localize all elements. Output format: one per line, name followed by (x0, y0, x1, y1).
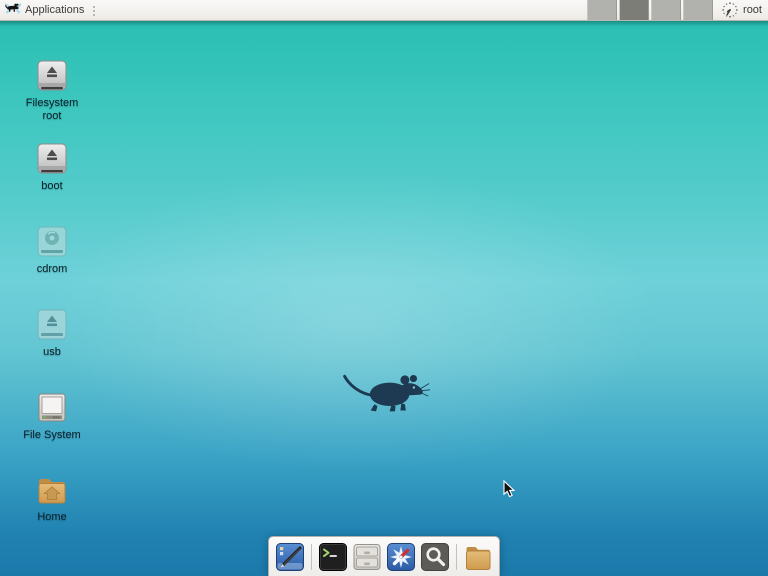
desktop-icon-label: Filesystem root (25, 97, 79, 122)
dock-separator (311, 544, 312, 570)
applications-menu-button[interactable]: Applications (0, 0, 89, 20)
panel-handle[interactable] (91, 3, 98, 17)
desktop-icon-label: cdrom (36, 263, 68, 275)
workspace-4[interactable] (683, 0, 714, 20)
workspace-2-active[interactable] (619, 0, 650, 20)
dock-separator (456, 544, 457, 570)
desktop-icon-file-system[interactable]: File System (18, 390, 86, 442)
web-browser-button[interactable] (386, 542, 416, 572)
desktop-icon-filesystem-root[interactable]: Filesystem root (18, 58, 86, 123)
home-folder-icon (38, 479, 66, 504)
show-desktop-button[interactable] (275, 542, 305, 572)
xubuntu-logo-icon (4, 0, 22, 21)
terminal-button[interactable] (318, 542, 348, 572)
desktop-icon-home[interactable]: Home (18, 472, 86, 524)
app-finder-button[interactable] (420, 542, 450, 572)
xfce-desktop: Applications root Filesystem root boot c… (0, 0, 768, 576)
removable-drive-icon (37, 143, 67, 174)
xfce-mouse-logo (343, 374, 431, 412)
desktop-icon-usb[interactable]: usb (18, 307, 86, 359)
desktop-icon-label: File System (23, 429, 81, 441)
desktop-icon-boot[interactable]: boot (18, 141, 86, 193)
mouse-cursor (503, 480, 515, 498)
file-manager-button[interactable] (352, 542, 382, 572)
desktop-icon-label: Home (37, 511, 67, 523)
desktop-icon-label: usb (43, 346, 61, 358)
desktop-wallpaper[interactable]: Filesystem root boot cdrom usb File Syst… (0, 20, 768, 576)
home-directory-button[interactable] (463, 542, 493, 572)
workspace-3[interactable] (651, 0, 682, 20)
optical-disc-icon (37, 226, 67, 257)
workspace-switcher (587, 0, 714, 20)
top-panel: Applications root (0, 0, 768, 21)
bottom-dock-panel (268, 536, 500, 576)
applications-menu-label: Applications (25, 4, 85, 16)
removable-drive-icon (37, 60, 67, 91)
desktop-icon-label: boot (41, 180, 63, 192)
workspace-1[interactable] (587, 0, 618, 20)
user-menu-button[interactable]: root (743, 4, 764, 16)
desktop-icon-cdrom[interactable]: cdrom (18, 224, 86, 276)
removable-drive-ghost-icon (37, 309, 67, 340)
analog-clock-icon[interactable] (721, 1, 739, 19)
computer-icon (38, 393, 66, 422)
